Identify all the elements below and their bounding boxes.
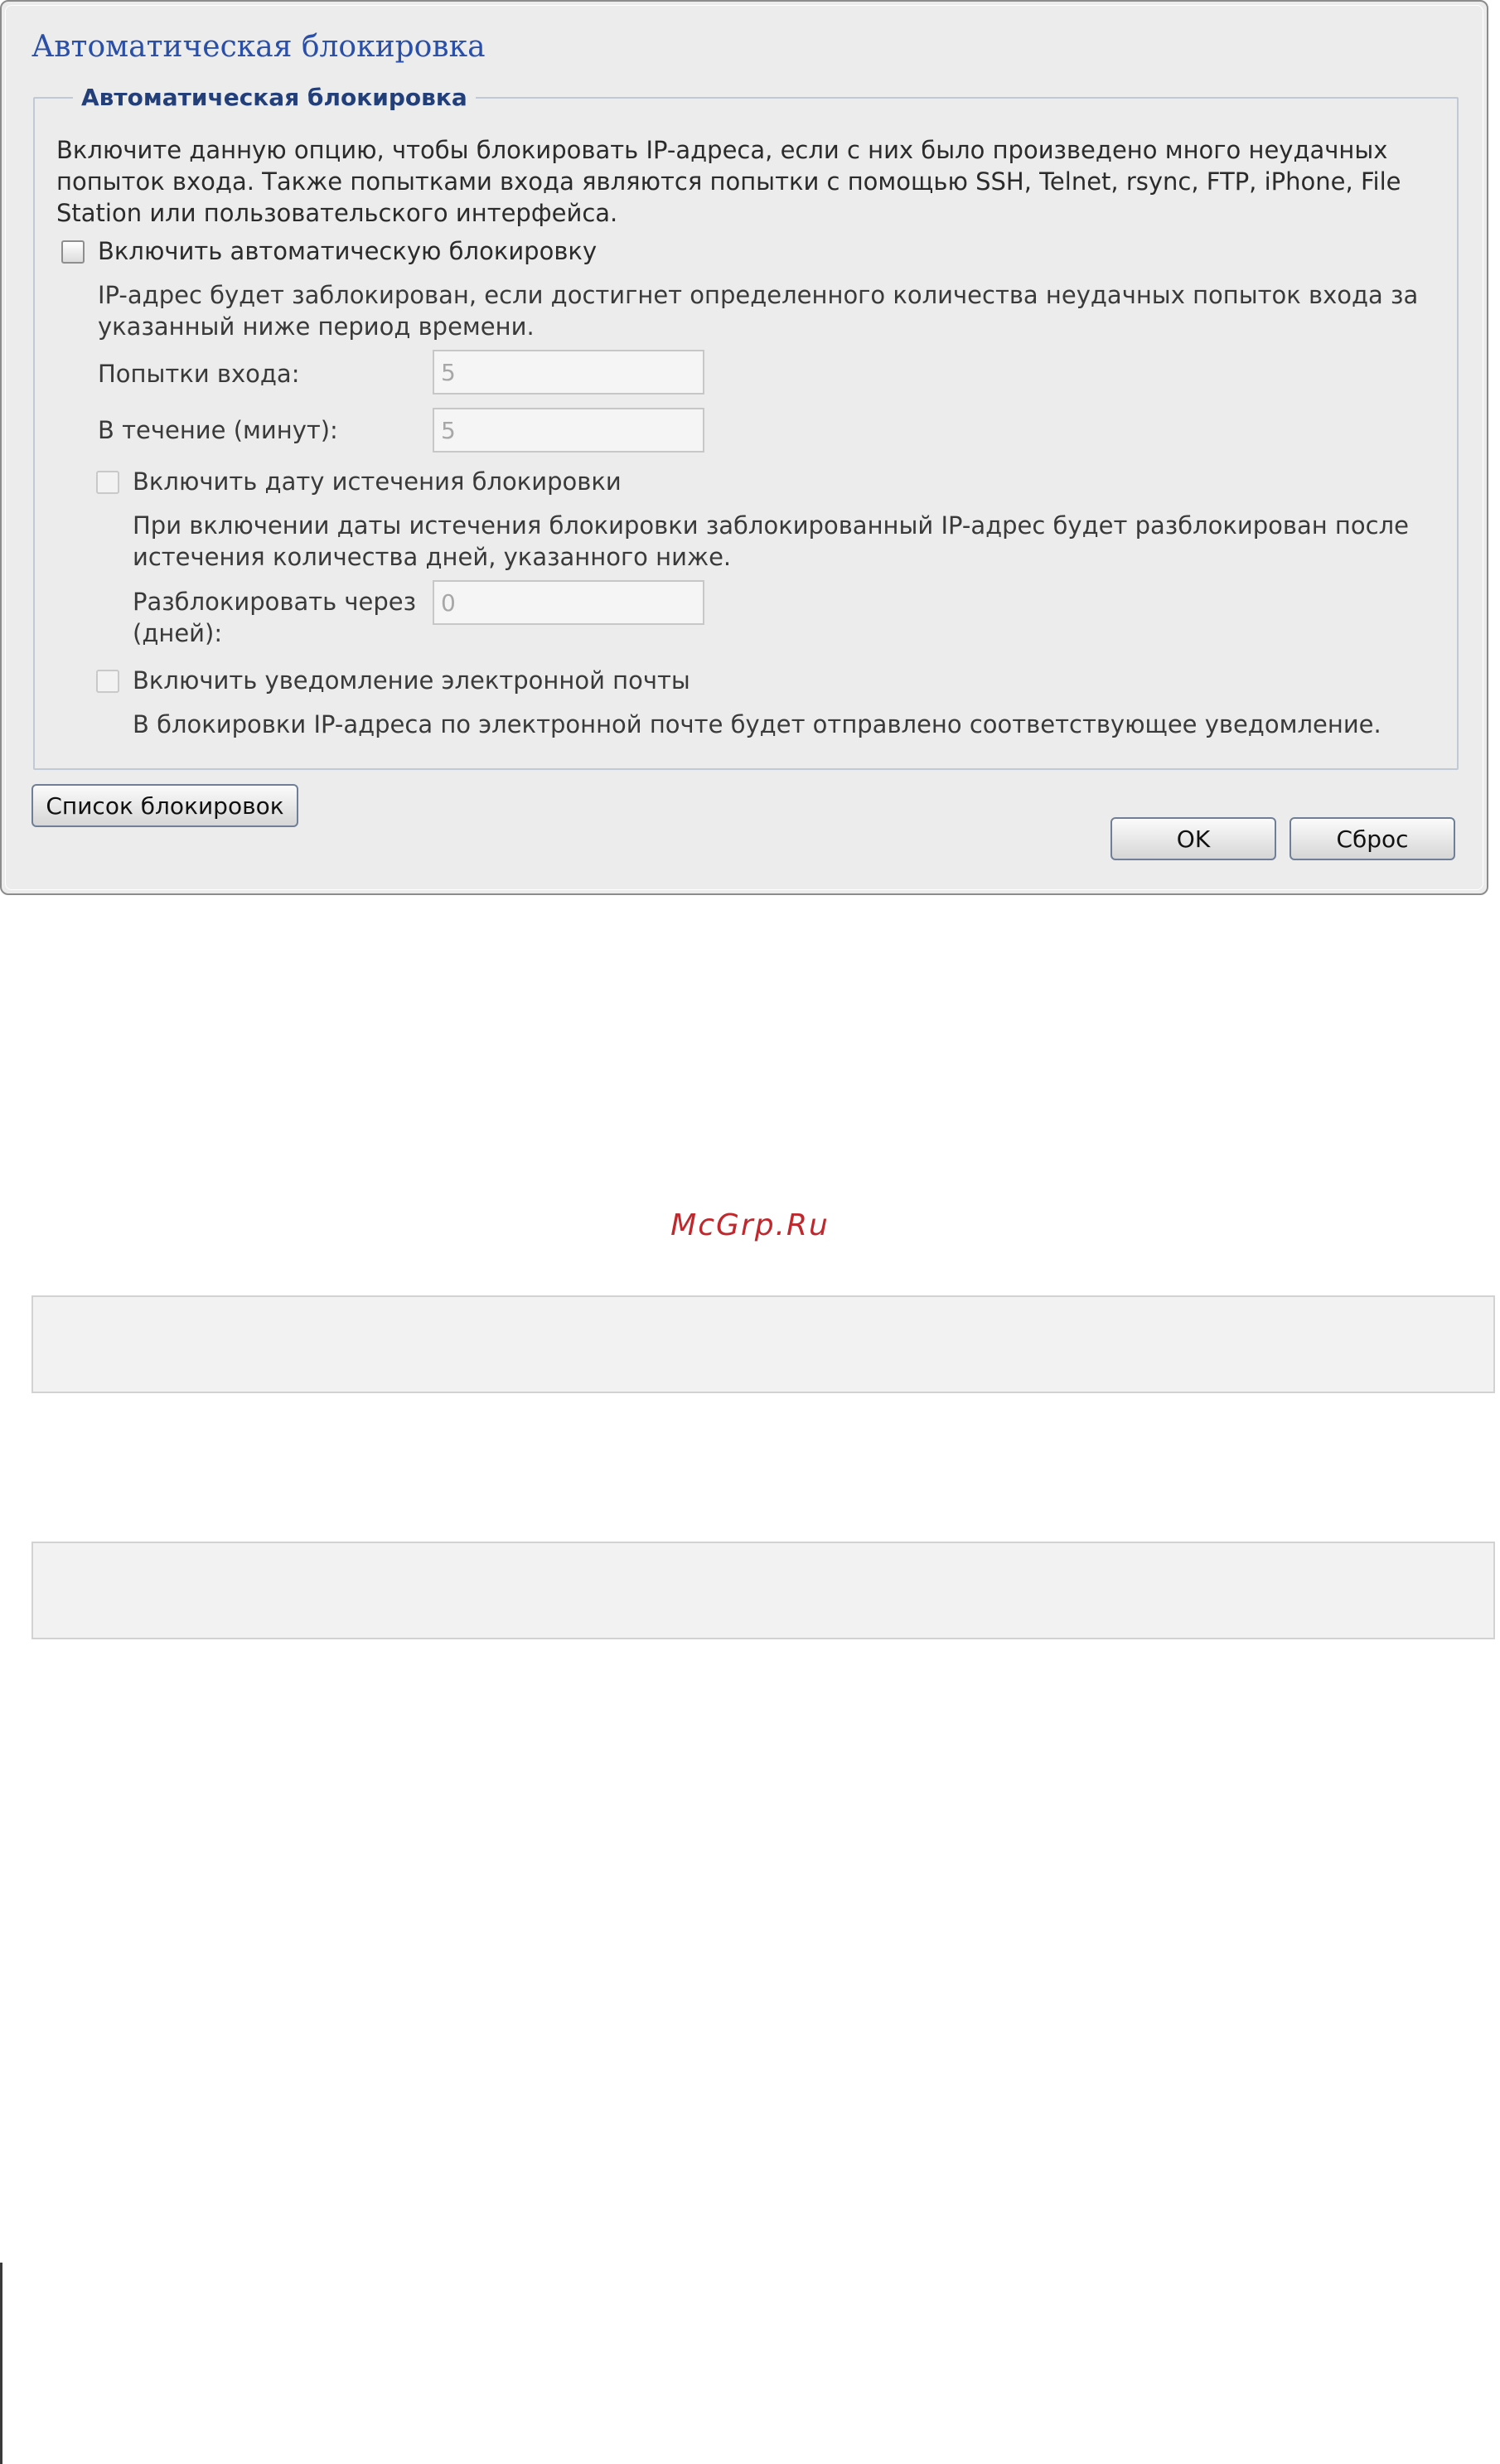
unblock-after-label-line-2: (дней): [133,619,223,647]
enable-auto-block-checkbox[interactable] [61,240,85,264]
enable-email-label[interactable]: Включить уведомление электронной почты [133,665,690,696]
grey-bar-2 [31,1542,1495,1639]
dialog-title: Автоматическая блокировка [31,30,486,64]
block-desc-line-2: указанный ниже период времени. [98,312,535,341]
expiration-desc-line-1: При включении даты истечения блокировки … [133,511,1409,540]
ok-button[interactable]: OK [1110,817,1276,860]
left-edge-line [0,2263,2,2464]
email-desc: В блокировки IP-адреса по электронной по… [133,710,1381,738]
enable-expiration-checkbox[interactable] [96,471,119,494]
intro-text-line-2: попыток входа. Также попытками входа явл… [56,167,1401,196]
grey-bar-1 [31,1295,1495,1393]
intro-text-line-3: Station или пользовательского интерфейса… [56,199,618,227]
enable-email-checkbox[interactable] [96,670,119,693]
block-desc-line-1: IP-адрес будет заблокирован, если достиг… [98,281,1419,309]
auto-block-dialog: Автоматическая блокировка Автоматическая… [0,0,1488,895]
expiration-desc-line-2: истечения количества дней, указанного ни… [133,543,732,571]
login-attempts-label: Попытки входа: [98,360,300,388]
intro-text-line-1: Включите данную опцию, чтобы блокировать… [56,136,1388,164]
login-attempts-input[interactable] [433,350,704,395]
block-list-button[interactable]: Список блокировок [31,784,298,827]
within-minutes-input[interactable] [433,408,704,453]
within-minutes-label: В течение (минут): [98,416,338,444]
group-title: Автоматическая блокировка [73,84,476,111]
watermark-text: McGrp.Ru [670,1208,830,1242]
enable-expiration-label[interactable]: Включить дату истечения блокировки [133,466,622,497]
reset-button[interactable]: Сброс [1290,817,1455,860]
unblock-after-input[interactable] [433,580,704,625]
enable-auto-block-label[interactable]: Включить автоматическую блокировку [98,235,597,267]
unblock-after-label-line-1: Разблокировать через [133,588,417,616]
